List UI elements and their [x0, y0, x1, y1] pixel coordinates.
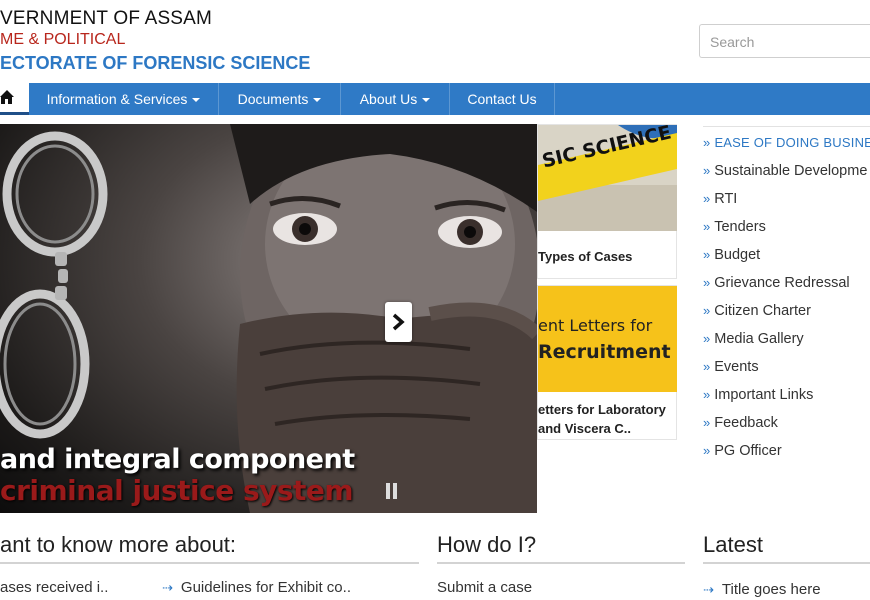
how-do-i-link-submit-case[interactable]: Submit a case: [437, 579, 532, 596]
section-title-how-do-i: How do I?: [437, 532, 537, 557]
side-link-feedback[interactable]: » Feedback: [703, 409, 870, 437]
double-chevron-right-icon: »: [703, 415, 711, 430]
side-link-tenders[interactable]: » Tenders: [703, 213, 870, 241]
hero-slider[interactable]: and integral component criminal justice …: [0, 124, 537, 513]
search-input[interactable]: [708, 26, 870, 58]
header-department-title: ME & POLITICAL: [0, 31, 126, 48]
double-chevron-right-icon: »: [703, 443, 711, 458]
side-link-rti[interactable]: » RTI: [703, 185, 870, 213]
nav-item-label: About Us: [359, 91, 418, 107]
nav-documents[interactable]: Documents: [219, 83, 341, 115]
nav-home-button[interactable]: [0, 83, 29, 115]
header-directorate-title[interactable]: ECTORATE OF FORENSIC SCIENCE: [0, 53, 310, 74]
nav-item-label: Information & Services: [46, 91, 188, 107]
side-link-budget[interactable]: » Budget: [703, 241, 870, 269]
side-link-citizen-charter[interactable]: » Citizen Charter: [703, 297, 870, 325]
card-title-line1: etters for Laboratory: [538, 402, 666, 417]
card-appointment-letters[interactable]: ent Letters for Recruitment etters for L…: [537, 285, 677, 440]
double-chevron-right-icon: »: [703, 191, 711, 206]
slider-next-button[interactable]: [385, 302, 412, 342]
card-image: ent Letters for Recruitment: [538, 286, 677, 392]
double-chevron-right-icon: »: [703, 247, 711, 262]
know-more-link-guidelines[interactable]: ⇢ Guidelines for Exhibit co..: [162, 579, 351, 596]
pause-icon: [386, 483, 390, 499]
side-link-ease-of-doing-business[interactable]: »EASE OF DOING BUSINESS: [703, 129, 870, 157]
section-divider: [703, 562, 870, 564]
nav-information-services[interactable]: Information & Services: [29, 83, 219, 115]
nav-item-label: Documents: [237, 91, 309, 107]
latest-link-title[interactable]: ⇢ Title goes here: [703, 581, 821, 598]
double-chevron-right-icon: »: [703, 387, 711, 402]
card-types-of-cases[interactable]: SIC SCIENCE Types of Cases: [537, 124, 677, 279]
double-chevron-right-icon: »: [703, 359, 711, 374]
section-divider: [437, 562, 685, 564]
side-link-grievance-redressal[interactable]: » Grievance Redressal: [703, 269, 870, 297]
card-title: Types of Cases: [538, 249, 633, 264]
slider-pause-button[interactable]: [386, 483, 398, 499]
double-chevron-right-icon: »: [703, 219, 711, 234]
side-link-events[interactable]: » Events: [703, 353, 870, 381]
section-title-know-more: ant to know more about:: [0, 532, 237, 557]
side-link-important-links[interactable]: » Important Links: [703, 381, 870, 409]
slide-caption-line2: criminal justice system: [0, 474, 354, 507]
double-chevron-right-icon: »: [703, 135, 711, 150]
section-divider: [0, 562, 419, 564]
card-image: SIC SCIENCE: [538, 125, 677, 231]
double-chevron-right-icon: »: [703, 303, 711, 318]
card-image-text-line1: ent Letters for: [538, 316, 653, 335]
search-box[interactable]: [699, 24, 870, 58]
double-chevron-right-icon: »: [703, 163, 711, 178]
site-header: VERNMENT OF ASSAM ME & POLITICAL ECTORAT…: [0, 0, 870, 83]
section-title-latest: Latest: [703, 532, 763, 557]
caret-down-icon: [313, 98, 322, 103]
quick-links-list: »EASE OF DOING BUSINESS »Sustainable Dev…: [703, 126, 870, 465]
nav-contact-us[interactable]: Contact Us: [450, 83, 555, 115]
nav-item-label: Contact Us: [467, 91, 537, 107]
know-more-link-cases-received[interactable]: ases received i..: [0, 579, 108, 596]
arrow-right-icon: ⇢: [703, 582, 714, 597]
chevron-right-icon: [392, 313, 405, 331]
double-chevron-right-icon: »: [703, 275, 711, 290]
main-navigation: Information & Services Documents About U…: [0, 83, 870, 115]
double-chevron-right-icon: »: [703, 331, 711, 346]
nav-about-us[interactable]: About Us: [341, 83, 450, 115]
home-icon: [0, 90, 14, 104]
arrow-right-icon: ⇢: [162, 580, 173, 595]
card-image-text-line2: Recruitment: [538, 341, 671, 363]
side-link-sustainable-development[interactable]: » Sustainable Developme: [703, 157, 870, 185]
slide-caption-line1: and integral component: [0, 444, 355, 475]
header-government-title: VERNMENT OF ASSAM: [0, 8, 213, 29]
side-link-pg-officer[interactable]: » PG Officer: [703, 437, 870, 465]
side-link-media-gallery[interactable]: » Media Gallery: [703, 325, 870, 353]
card-title-line2: and Viscera C..: [538, 421, 631, 436]
caret-down-icon: [192, 98, 201, 103]
caret-down-icon: [422, 98, 431, 103]
